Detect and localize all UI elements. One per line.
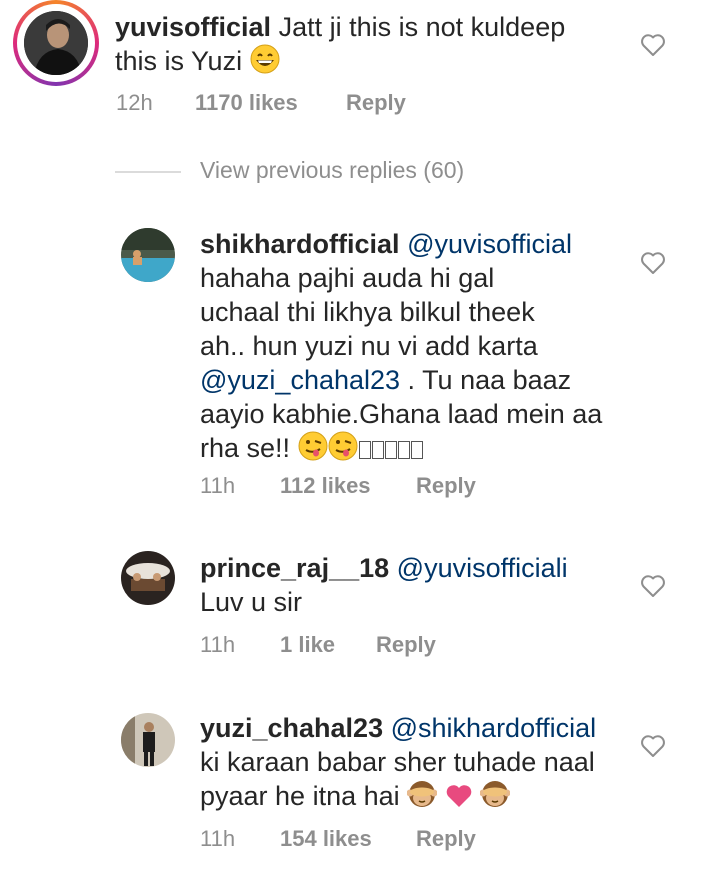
reply-time: 11h [200,826,236,851]
comment-likes[interactable]: 1170 likes [195,90,298,116]
view-previous-replies-link[interactable]: View previous replies (60) [200,157,464,184]
see-no-evil-monkey-emoji [479,779,511,817]
reply-text-line: rha se!! [200,433,291,463]
pink-heart-emoji [445,783,473,817]
reply-button[interactable]: Reply [416,473,476,499]
reply-likes[interactable]: 154 likes [280,826,372,852]
heart-outline-icon[interactable] [640,574,666,598]
comment-time: 12h [116,90,153,115]
heart-outline-icon[interactable] [640,251,666,275]
avatar-shikhardofficial[interactable] [121,228,175,282]
heart-outline-icon[interactable] [640,33,666,57]
mention-link[interactable]: @yuvisofficial [407,229,572,259]
reply-text-line: . Tu naa baaz [400,365,572,395]
heart-outline-icon[interactable] [640,734,666,758]
reply-likes[interactable]: 112 likes [280,473,371,499]
reply-text-line: hahaha pajhi auda hi gal [200,263,495,293]
reply-text-line: pyaar he itna hai [200,781,400,811]
reply-text-line: ki karaan babar sher tuhade naal [200,747,595,777]
zany-face-emoji [298,431,328,469]
reply-time: 11h [200,473,236,498]
see-no-evil-monkey-emoji [406,779,438,817]
reply-text-line: aayio kabhie.Ghana laad mein aa [200,399,603,429]
comment-text-line2: this is Yuzi [115,46,243,76]
reply-text-line: ah.. hun yuzi nu vi add karta [200,331,538,361]
reply-username[interactable]: prince_raj__18 [200,553,389,583]
reply-time: 11h [200,632,236,657]
story-ring-avatar[interactable] [13,0,99,86]
comment-username[interactable]: yuvisofficial [115,12,271,42]
zany-face-emoji [328,431,358,469]
reply-likes[interactable]: 1 like [280,632,335,658]
reply-username[interactable]: yuzi_chahal23 [200,713,383,743]
avatar-prince-raj[interactable] [121,551,175,605]
mention-link[interactable]: @yuzi_chahal23 [200,365,400,395]
reply-button[interactable]: Reply [376,632,436,658]
unsupported-glyph-boxes [358,433,423,463]
reply-username[interactable]: shikhardofficial [200,229,400,259]
mention-link[interactable]: @shikhardofficial [391,713,597,743]
reply-button[interactable]: Reply [416,826,476,852]
avatar-yuzi-chahal[interactable] [121,713,175,767]
comment-text-line1: Jatt ji this is not kuldeep [278,12,566,42]
avatar-yuvisofficial [24,11,88,75]
reply-button[interactable]: Reply [346,90,406,116]
grinning-emoji [250,44,280,82]
reply-text-line: Luv u sir [200,587,303,617]
mention-link[interactable]: @yuvisofficiali [397,553,568,583]
reply-text-line: uchaal thi likhya bilkul theek [200,297,535,327]
divider-line [115,171,181,173]
